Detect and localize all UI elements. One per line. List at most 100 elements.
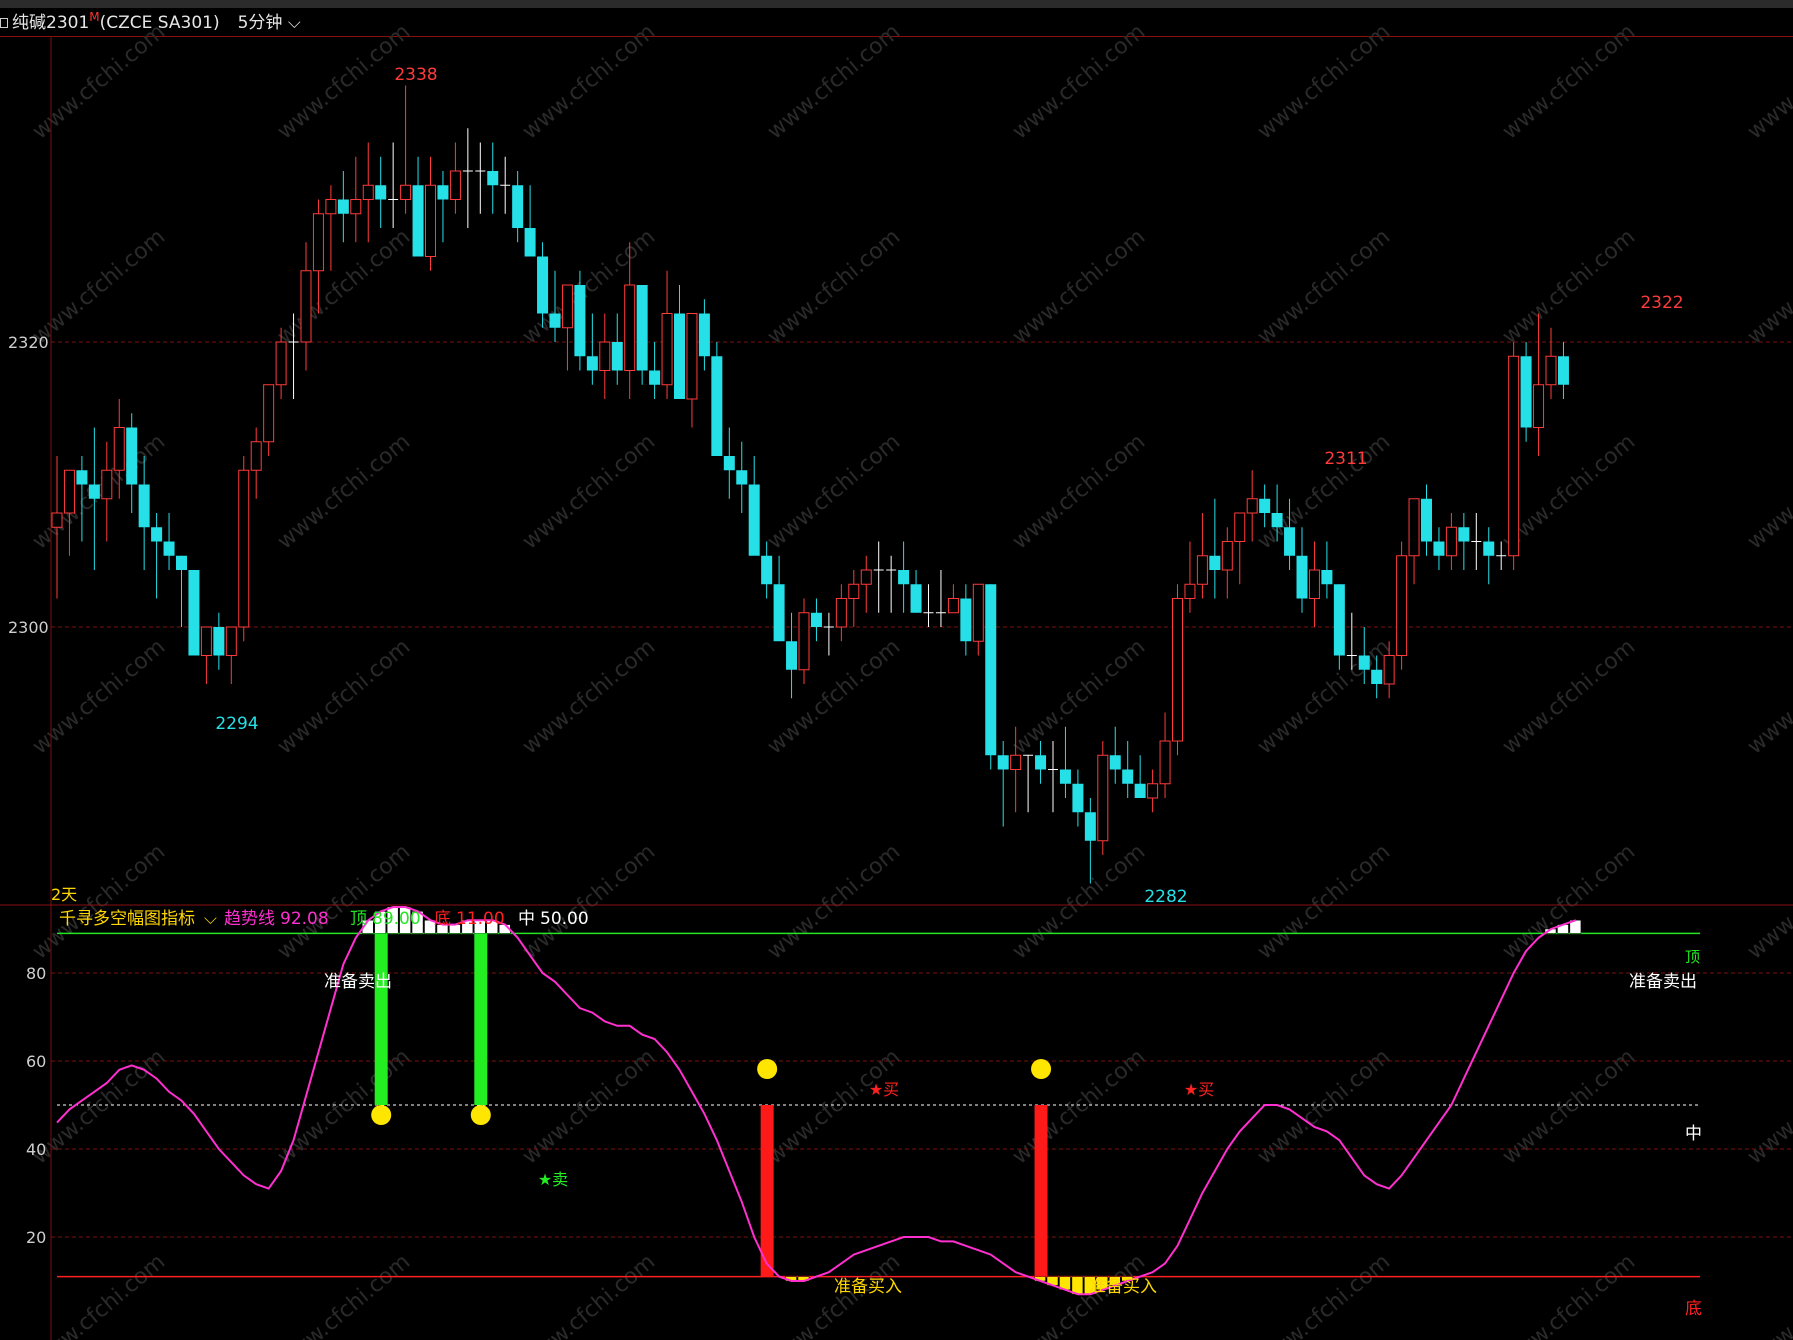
candle-body	[1084, 812, 1096, 841]
indicator-tick-label: 60	[26, 1052, 46, 1071]
candle-body	[586, 356, 598, 371]
watermark-text: www.cfchi.com	[1743, 634, 1793, 759]
candle-body	[1396, 555, 1408, 656]
candle-body	[1508, 355, 1520, 557]
candle-body	[1533, 384, 1545, 428]
candle-body	[412, 185, 424, 257]
candle-body	[686, 313, 698, 400]
candle-body	[698, 313, 710, 357]
prepare-buy-label: 准备买入	[1089, 1277, 1157, 1297]
candle-body	[138, 484, 150, 528]
candle-body	[997, 755, 1009, 770]
watermark-text: www.cfchi.com	[28, 634, 170, 759]
candle-body	[1284, 527, 1296, 556]
watermark-text: www.cfchi.com	[273, 429, 415, 554]
candle-body	[225, 626, 237, 656]
candle-body	[985, 584, 997, 756]
watermark-text: www.cfchi.com	[28, 1044, 170, 1169]
prepare-sell-label: 准备卖出	[1629, 972, 1697, 992]
watermark-text: www.cfchi.com	[1008, 429, 1150, 554]
candle-body	[375, 185, 387, 200]
candle-body	[960, 598, 972, 642]
candle-body	[972, 583, 984, 642]
candle-body	[561, 284, 573, 329]
watermark-text: www.cfchi.com	[1253, 224, 1395, 349]
watermark-text: www.cfchi.com	[1008, 19, 1150, 144]
candle-body	[1483, 541, 1495, 556]
bottom-value: 11.00	[456, 909, 505, 929]
watermark-text: www.cfchi.com	[1498, 19, 1640, 144]
watermark-text: www.cfchi.com	[518, 429, 660, 554]
chart-canvas[interactable]: www.cfchi.com www.cfchi.com www.cfchi.com w…	[0, 0, 1793, 1340]
watermark-text: www.cfchi.com	[1253, 1249, 1395, 1340]
candle-body	[151, 527, 163, 542]
candle-body	[88, 484, 100, 499]
watermark-text: www.cfchi.com	[273, 224, 415, 349]
watermark-text: www.cfchi.com	[1008, 1044, 1150, 1169]
watermark-text: www.cfchi.com	[1253, 839, 1395, 964]
candle-body	[213, 627, 225, 656]
buy-signal-bar	[1034, 1105, 1048, 1277]
watermark-text: www.cfchi.com	[1498, 839, 1640, 964]
watermark-text: www.cfchi.com	[273, 839, 415, 964]
candle-body	[350, 199, 362, 215]
buy-signal-bar	[760, 1105, 774, 1277]
candle-body	[1458, 527, 1470, 542]
candle-body	[748, 484, 760, 556]
candle-body	[1109, 755, 1121, 770]
watermark-text: www.cfchi.com	[1008, 224, 1150, 349]
candle-body	[300, 270, 312, 343]
candle-body	[1557, 356, 1569, 385]
watermark-text: www.cfchi.com	[1253, 19, 1395, 144]
candle-body	[425, 184, 436, 257]
mid-value: 50.00	[540, 909, 589, 929]
bottom-line-label: 底	[1685, 1299, 1702, 1319]
watermark-text: www.cfchi.com	[273, 634, 415, 759]
watermark-text: www.cfchi.com	[28, 224, 170, 349]
sell-signal-label: ★卖	[538, 1170, 568, 1189]
candle-body	[1159, 740, 1171, 785]
smile-face-icon	[1031, 1059, 1052, 1079]
high-marker-label: 2311	[1324, 449, 1367, 469]
trend-label: 趋势线	[224, 909, 275, 929]
candle-body	[176, 555, 187, 570]
indicator-tick-label: 40	[26, 1140, 46, 1159]
watermark-text: www.cfchi.com	[1743, 839, 1793, 964]
candle-body	[661, 313, 673, 386]
candle-body	[761, 555, 773, 585]
candle-body	[1196, 555, 1208, 585]
watermark-text: www.cfchi.com	[518, 1249, 660, 1340]
watermark-text: www.cfchi.com	[1498, 634, 1640, 759]
watermark-text: www.cfchi.com	[763, 1044, 905, 1169]
watermark-text: www.cfchi.com	[763, 839, 905, 964]
candle-body	[773, 584, 785, 642]
span-label: 2天	[51, 885, 77, 904]
candle-body	[1371, 669, 1383, 684]
top-value: 89.00	[372, 909, 421, 929]
watermark-text: www.cfchi.com	[1743, 1044, 1793, 1169]
candle-body	[200, 626, 212, 656]
candle-body	[312, 213, 324, 272]
watermark-text: www.cfchi.com	[1498, 1044, 1640, 1169]
candle-body	[649, 370, 661, 385]
watermark-text: www.cfchi.com	[763, 429, 905, 554]
watermark-text: www.cfchi.com	[273, 1249, 415, 1340]
watermark-text: www.cfchi.com	[1008, 839, 1150, 964]
high-marker-label: 2338	[394, 65, 437, 85]
candle-body	[1122, 769, 1134, 784]
candle-body	[1097, 754, 1109, 842]
candle-body	[449, 170, 461, 200]
candle-body	[76, 470, 88, 485]
candle-body	[1035, 755, 1047, 770]
candle-body	[611, 342, 623, 371]
mid-line-label: 中	[1685, 1124, 1702, 1144]
candle-body	[524, 228, 536, 257]
candle-body	[1520, 356, 1532, 428]
candle-body	[1383, 655, 1395, 685]
candle-body	[400, 184, 412, 200]
candle-body	[1059, 769, 1071, 784]
watermark-text: www.cfchi.com	[1253, 634, 1395, 759]
candle-body	[1358, 655, 1370, 670]
watermark-text: www.cfchi.com	[1253, 1044, 1395, 1169]
candle-body	[1010, 754, 1022, 770]
